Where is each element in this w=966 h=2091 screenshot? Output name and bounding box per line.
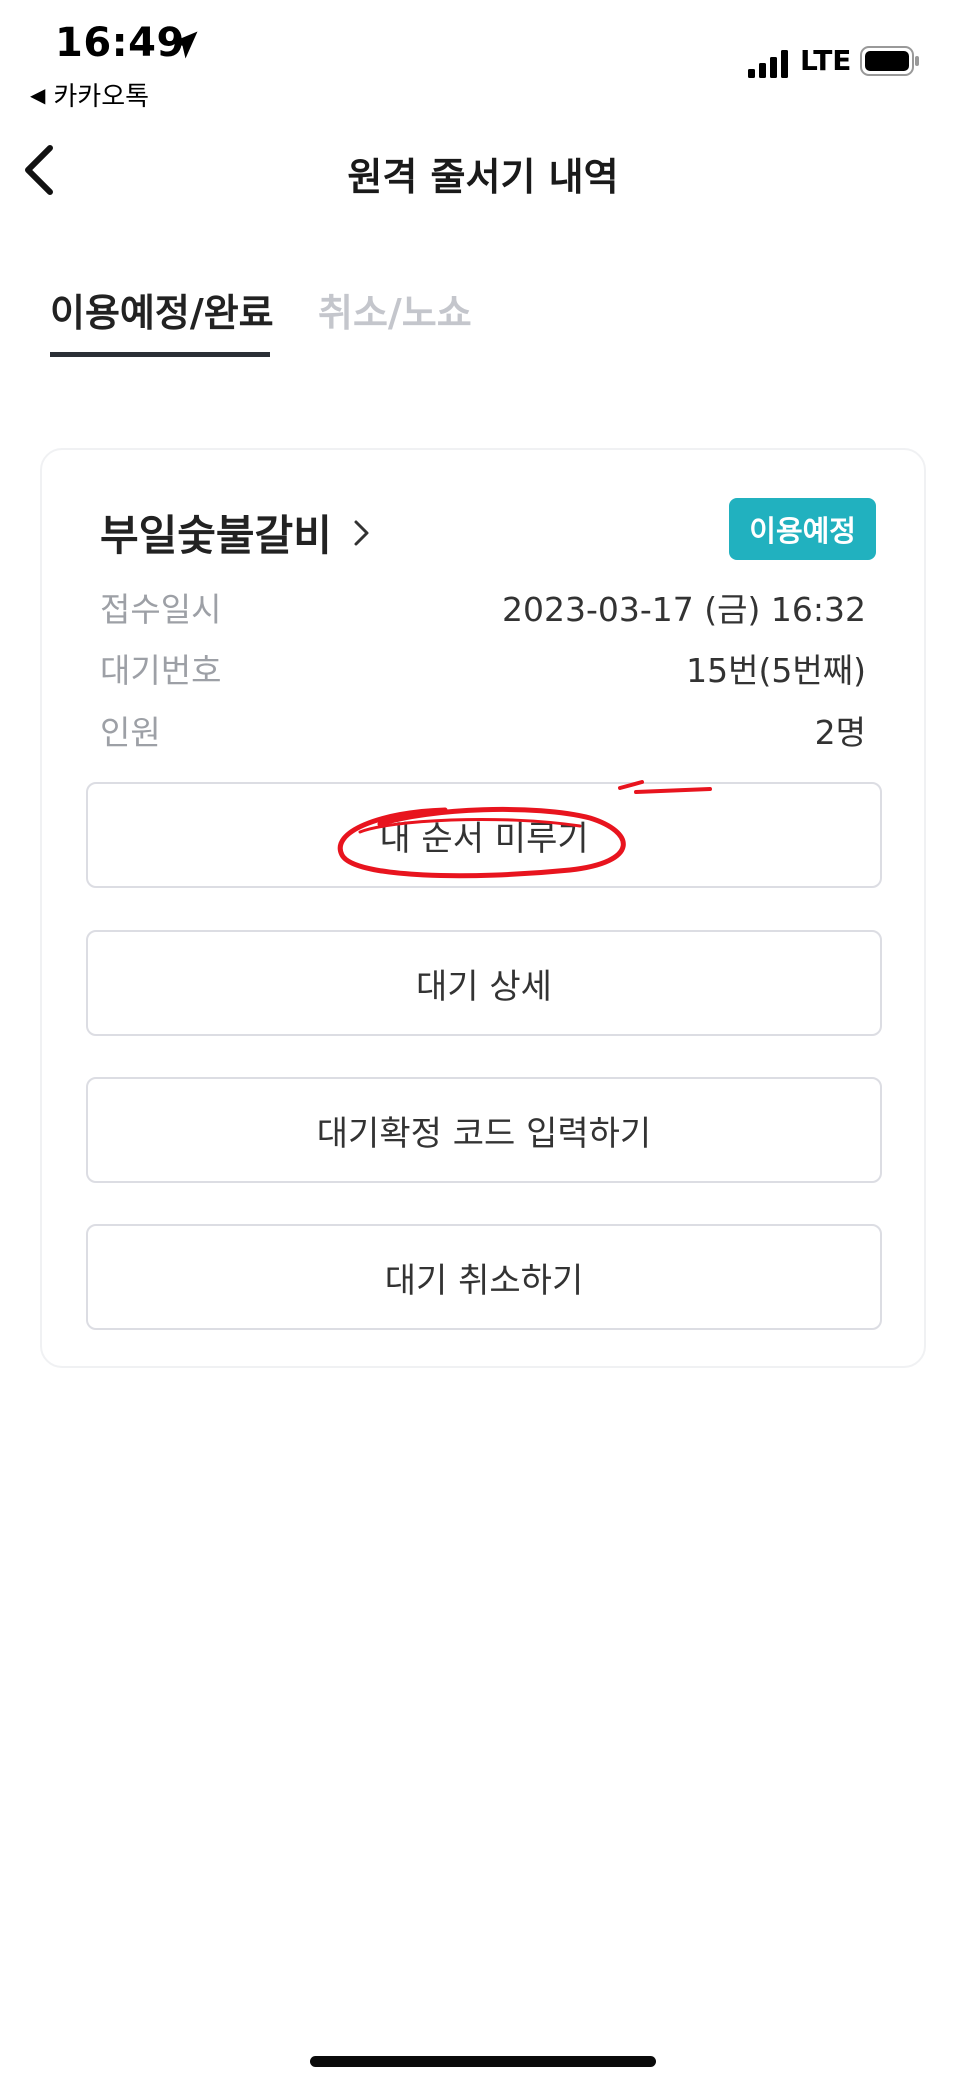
location-arrow-icon — [170, 31, 198, 59]
chevron-right-icon — [354, 520, 369, 545]
cellular-signal-icon — [748, 50, 788, 78]
info-label: 인원 — [100, 713, 161, 752]
home-indicator[interactable] — [310, 2056, 656, 2067]
enter-confirm-code-button[interactable]: 대기확정 코드 입력하기 — [86, 1077, 882, 1183]
active-tab-indicator — [50, 352, 270, 357]
postpone-turn-button[interactable]: 내 순서 미루기 — [86, 782, 882, 888]
store-name: 부일숯불갈비 — [100, 511, 332, 560]
info-value: 2023-03-17 (금) 16:32 — [502, 590, 866, 629]
page-title: 원격 줄서기 내역 — [347, 155, 619, 199]
status-bar: 16:49 ◀ 카카오톡 LTE — [0, 0, 966, 113]
status-badge: 이용예정 — [729, 498, 876, 560]
waiting-card: 부일숯불갈비 이용예정 접수일시 2023-03-17 (금) 16:32 대기… — [40, 448, 926, 1368]
back-app-label: 카카오톡 — [53, 82, 150, 112]
info-value: 15번(5번째) — [686, 651, 866, 690]
cancel-waiting-button[interactable]: 대기 취소하기 — [86, 1224, 882, 1330]
battery-icon — [860, 46, 919, 76]
info-label: 접수일시 — [100, 590, 222, 629]
info-row-received: 접수일시 2023-03-17 (금) 16:32 — [100, 582, 866, 632]
back-triangle-icon: ◀ — [30, 82, 46, 107]
tab-bar: 이용예정/완료 취소/노쇼 — [0, 270, 966, 360]
waiting-detail-button[interactable]: 대기 상세 — [86, 930, 882, 1036]
info-label: 대기번호 — [100, 651, 222, 690]
navigation-bar: 원격 줄서기 내역 — [0, 130, 966, 210]
info-value: 2명 — [814, 713, 866, 752]
store-link[interactable]: 부일숯불갈비 — [100, 502, 374, 563]
tab-upcoming-completed[interactable]: 이용예정/완료 — [50, 282, 274, 337]
back-to-app-link[interactable]: ◀ 카카오톡 — [30, 76, 149, 113]
tab-cancelled-noshow[interactable]: 취소/노쇼 — [318, 282, 472, 337]
network-type: LTE — [800, 44, 852, 77]
info-row-party-size: 인원 2명 — [100, 705, 866, 755]
info-row-waiting-number: 대기번호 15번(5번째) — [100, 643, 866, 693]
